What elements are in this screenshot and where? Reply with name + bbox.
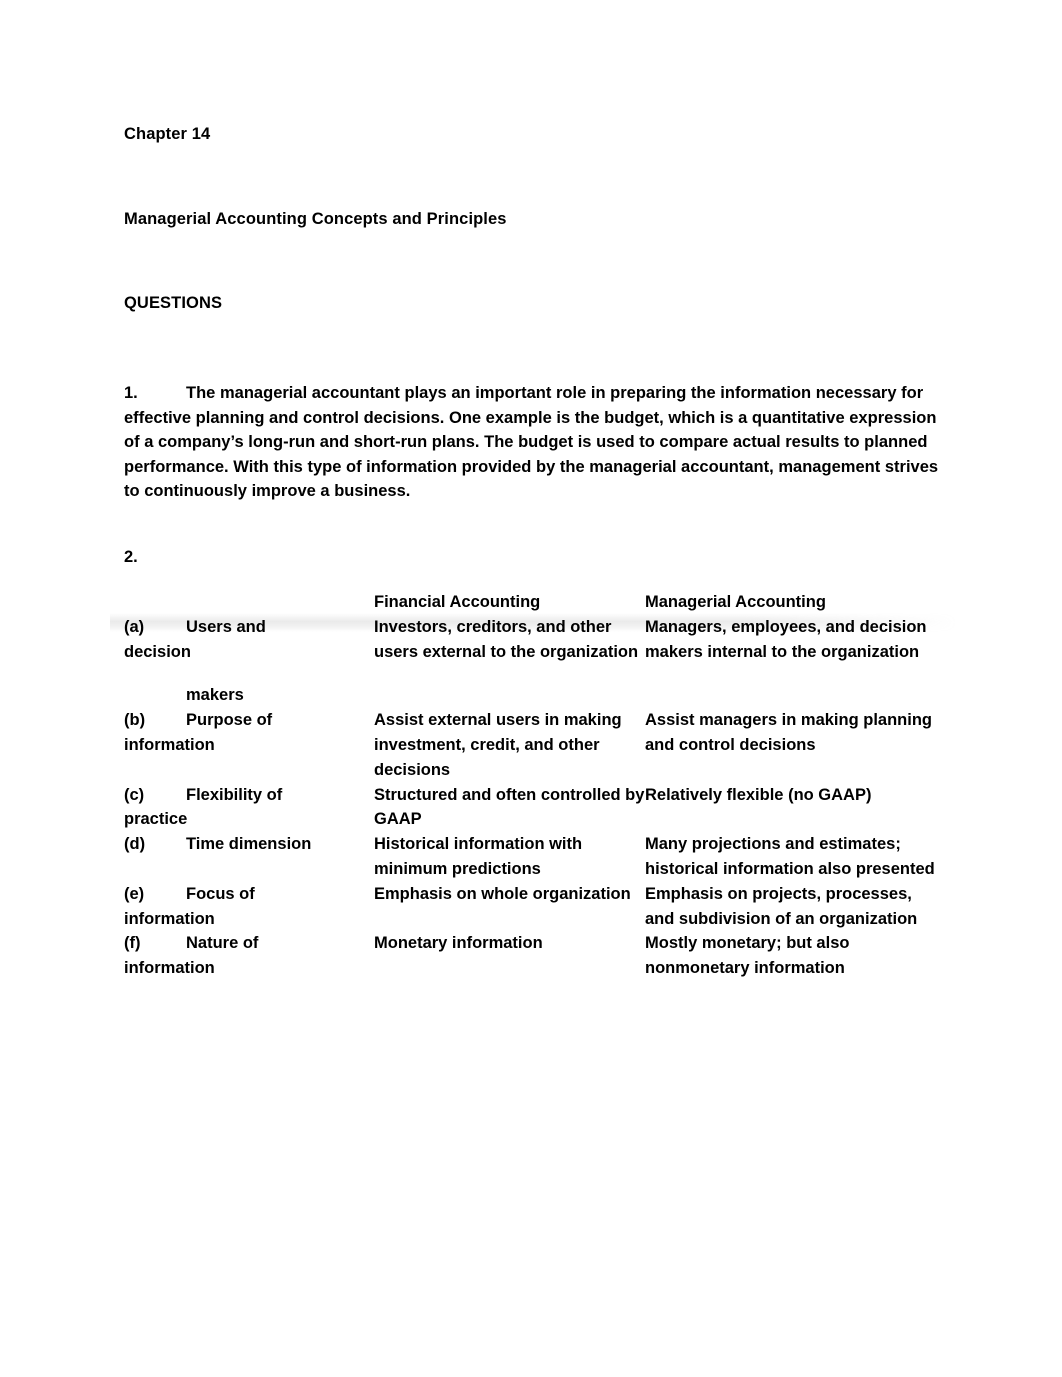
row-label-e-part1: Focus of (186, 884, 255, 903)
row-label-d: (d) Time dimension (124, 832, 374, 882)
table-row: (c) Flexibility of practice Structured an… (124, 783, 942, 833)
header-managerial-accounting: Managerial Accounting (645, 593, 826, 611)
cell-managerial-e: Emphasis on projects, processes, and sub… (645, 884, 918, 928)
row-key-a: (a) (124, 617, 145, 636)
row-key-d: (d) (124, 835, 146, 854)
row-label-a-part1: Users and (186, 617, 266, 636)
row-key-c: (c) (124, 785, 145, 804)
table-row: (a) Users and decision makers Investors, … (124, 615, 942, 708)
row-label-a-part2: decision (124, 642, 191, 661)
cell-financial-c: Structured and often controlled by GAAP (374, 785, 645, 829)
table-row: (b) Purpose of information Assist externa… (124, 708, 942, 782)
cell-financial-d: Historical information with minimum pred… (374, 835, 583, 878)
table-row: (d) Time dimension Historical information… (124, 832, 942, 882)
cell-financial-a: Investors, creditors, and other users ex… (374, 617, 639, 661)
row-label-e: (e) Focus of information (124, 882, 374, 932)
question-1-text: The managerial accountant plays an impor… (124, 384, 939, 501)
question-1-number: 1. (124, 384, 138, 402)
row-label-d-part1: Time dimension (186, 835, 312, 854)
document-page: Chapter 14 Managerial Accounting Concept… (0, 0, 1062, 1377)
cell-managerial-d: Many projections and estimates; historic… (645, 835, 935, 878)
row-label-c: (c) Flexibility of practice (124, 783, 374, 833)
row-label-f-part2: information (124, 959, 215, 978)
header-financial-accounting: Financial Accounting (374, 593, 541, 611)
row-label-b-part2: information (124, 735, 215, 754)
row-label-b-part1: Purpose of (186, 711, 273, 730)
document-title: Managerial Accounting Concepts and Princ… (124, 210, 507, 228)
row-label-f-part1: Nature of (186, 934, 259, 953)
cell-managerial-b: Assist managers in making planning and c… (645, 711, 932, 754)
row-label-c-part2: practice (124, 810, 188, 829)
table-header-row: Financial Accounting Managerial Accounti… (124, 590, 942, 615)
row-key-b: (b) (124, 711, 146, 730)
table-row: (e) Focus of information Emphasis on whol… (124, 882, 942, 932)
cell-financial-e: Emphasis on whole organization (374, 884, 631, 903)
question-2-number: 2. (124, 548, 138, 566)
section-heading-questions: QUESTIONS (124, 294, 223, 312)
row-key-f: (f) (124, 934, 141, 953)
cell-financial-b: Assist external users in making investme… (374, 711, 622, 779)
question-1-block: 1. The managerial accountant plays an imp… (124, 381, 942, 504)
cell-managerial-f: Mostly monetary; but also nonmonetary in… (645, 934, 850, 978)
row-key-e: (e) (124, 884, 145, 903)
cell-financial-f: Monetary information (374, 934, 543, 953)
row-label-a-part3: makers (186, 686, 244, 705)
row-label-b: (b) Purpose of information (124, 708, 374, 782)
header-blank (124, 590, 374, 615)
table-row: (f) Nature of information Monetary inform… (124, 931, 942, 981)
cell-managerial-c: Relatively flexible (no GAAP) (645, 785, 872, 804)
cell-managerial-a: Managers, employees, and decision makers… (645, 617, 927, 661)
row-label-a: (a) Users and decision makers (124, 615, 374, 708)
row-label-c-part1: Flexibility of (186, 785, 283, 804)
row-label-f: (f) Nature of information (124, 931, 374, 981)
row-label-e-part2: information (124, 909, 215, 928)
chapter-heading: Chapter 14 (124, 125, 211, 143)
accounting-comparison-table: Financial Accounting Managerial Accounti… (124, 590, 942, 981)
